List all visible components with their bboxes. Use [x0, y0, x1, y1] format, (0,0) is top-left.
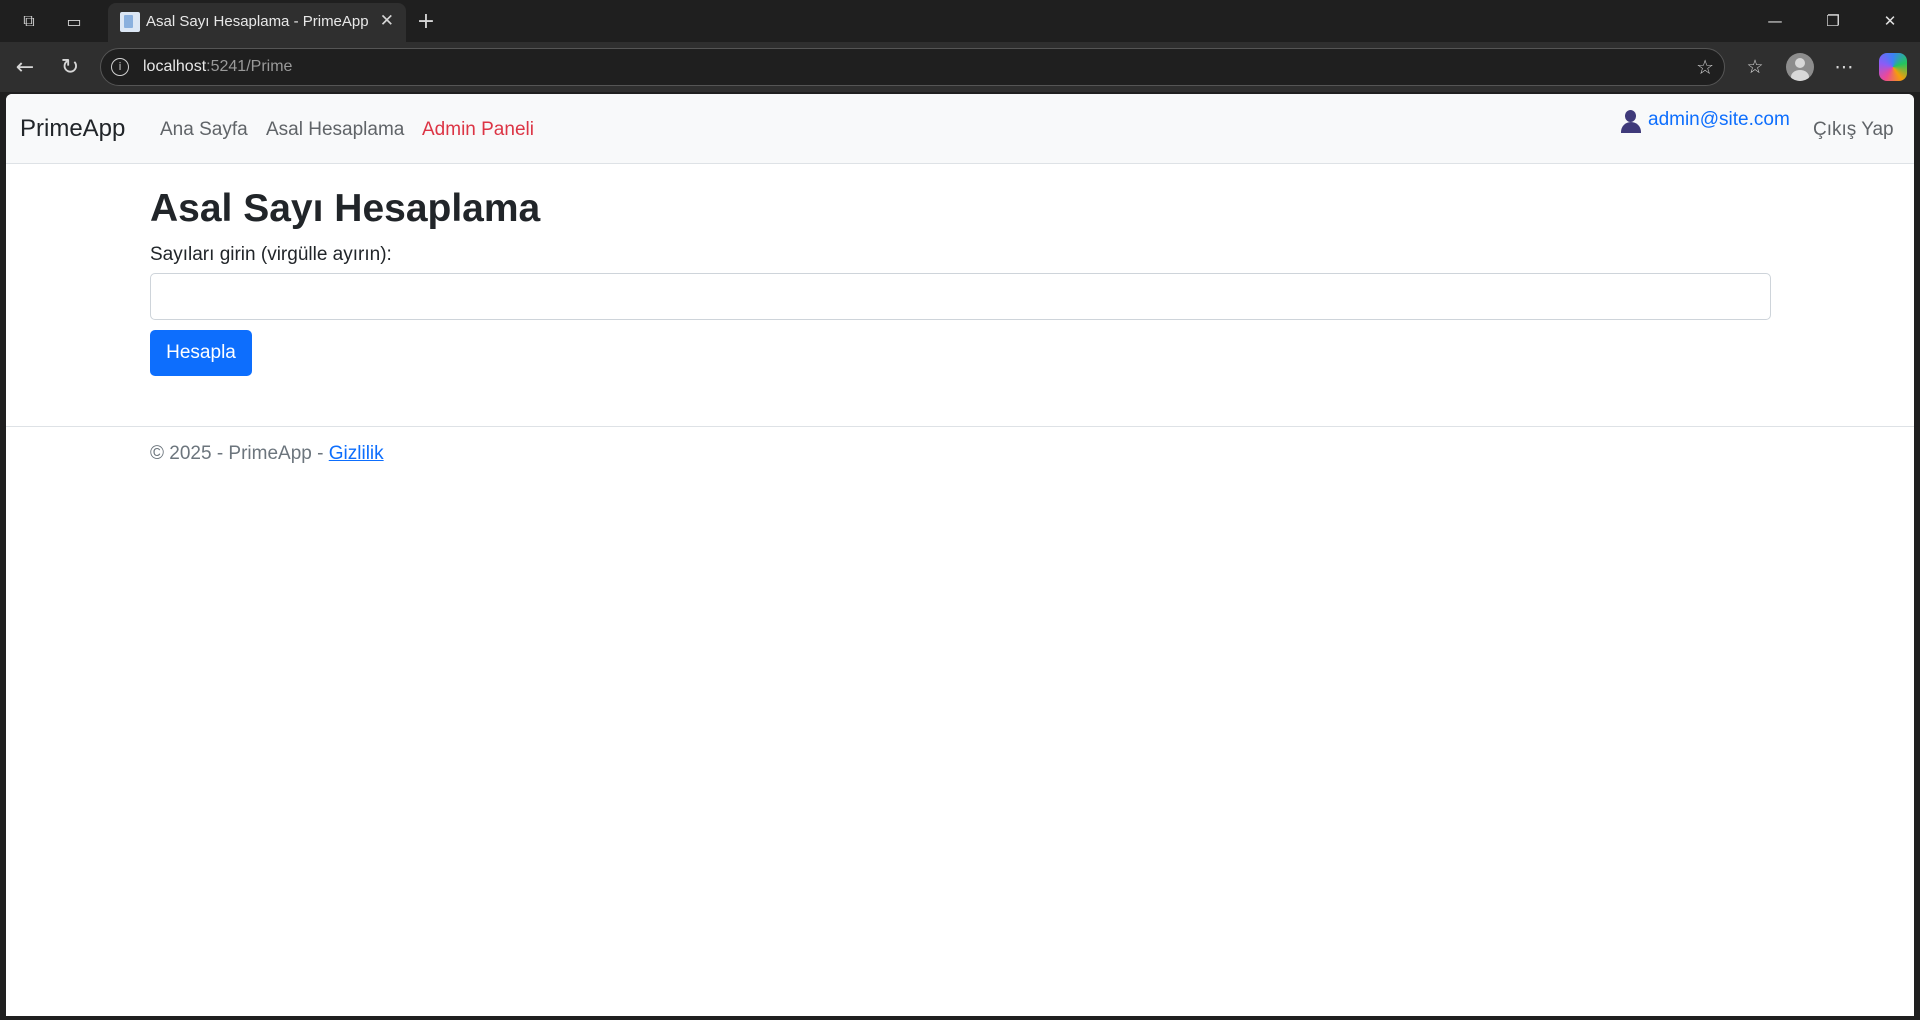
main-content: Asal Sayı Hesaplama Sayıları girin (virg… — [150, 186, 1772, 376]
restore-icon[interactable]: ❐ — [1813, 8, 1853, 34]
info-icon[interactable]: i — [111, 58, 129, 76]
user-icon — [1620, 110, 1642, 134]
page-favicon-icon — [120, 12, 140, 32]
tab-title: Asal Sayı Hesaplama - PrimeApp — [146, 13, 369, 30]
hesapla-button[interactable]: Hesapla — [150, 330, 252, 376]
numbers-label: Sayıları girin (virgülle ayırın): — [150, 244, 392, 265]
nav-link-asal-hesaplama[interactable]: Asal Hesaplama — [266, 119, 404, 141]
address-bar[interactable]: i localhost:5241/Prime ☆ — [100, 48, 1725, 86]
site-navbar: PrimeApp Ana Sayfa Asal Hesaplama Admin … — [6, 94, 1914, 164]
more-icon[interactable]: ⋯ — [1828, 51, 1860, 83]
copyright-text: © 2025 - PrimeApp - — [150, 443, 329, 464]
nav-link-admin-paneli[interactable]: Admin Paneli — [422, 119, 534, 141]
copilot-icon[interactable] — [1877, 51, 1909, 83]
star-icon[interactable]: ☆ — [1696, 55, 1714, 79]
numbers-input[interactable] — [150, 273, 1771, 320]
site-footer: © 2025 - PrimeApp - Gizlilik — [6, 426, 1914, 486]
workspaces-icon[interactable]: ⧉ — [16, 8, 42, 34]
page-title: Asal Sayı Hesaplama — [150, 187, 541, 230]
active-tab[interactable]: Asal Sayı Hesaplama - PrimeApp ✕ — [108, 3, 406, 42]
minimize-icon[interactable]: — — [1755, 8, 1795, 34]
tab-actions-icon[interactable]: ▭ — [61, 8, 87, 34]
privacy-link[interactable]: Gizlilik — [329, 443, 384, 464]
window-close-icon[interactable]: ✕ — [1870, 8, 1910, 34]
logout-link[interactable]: Çıkış Yap — [1813, 119, 1894, 141]
url-text[interactable]: localhost:5241/Prime — [143, 58, 292, 76]
favorites-icon[interactable]: ☆ — [1739, 51, 1771, 83]
reload-icon[interactable]: ↻ — [55, 52, 85, 82]
new-tab-icon[interactable]: + — [413, 8, 439, 34]
back-icon[interactable]: ← — [10, 52, 40, 82]
page-viewport: PrimeApp Ana Sayfa Asal Hesaplama Admin … — [6, 94, 1914, 1016]
address-toolbar: ← ↻ i localhost:5241/Prime ☆ ☆ ⋯ — [0, 42, 1920, 92]
user-email-link[interactable]: admin@site.com — [1648, 109, 1790, 131]
close-icon[interactable]: ✕ — [380, 11, 394, 31]
footer-text: © 2025 - PrimeApp - Gizlilik — [150, 443, 384, 465]
profile-icon[interactable] — [1784, 51, 1816, 83]
tab-strip: ⧉ ▭ Asal Sayı Hesaplama - PrimeApp ✕ + —… — [0, 0, 1920, 42]
nav-link-ana-sayfa[interactable]: Ana Sayfa — [160, 119, 248, 141]
brand-link[interactable]: PrimeApp — [20, 115, 125, 143]
